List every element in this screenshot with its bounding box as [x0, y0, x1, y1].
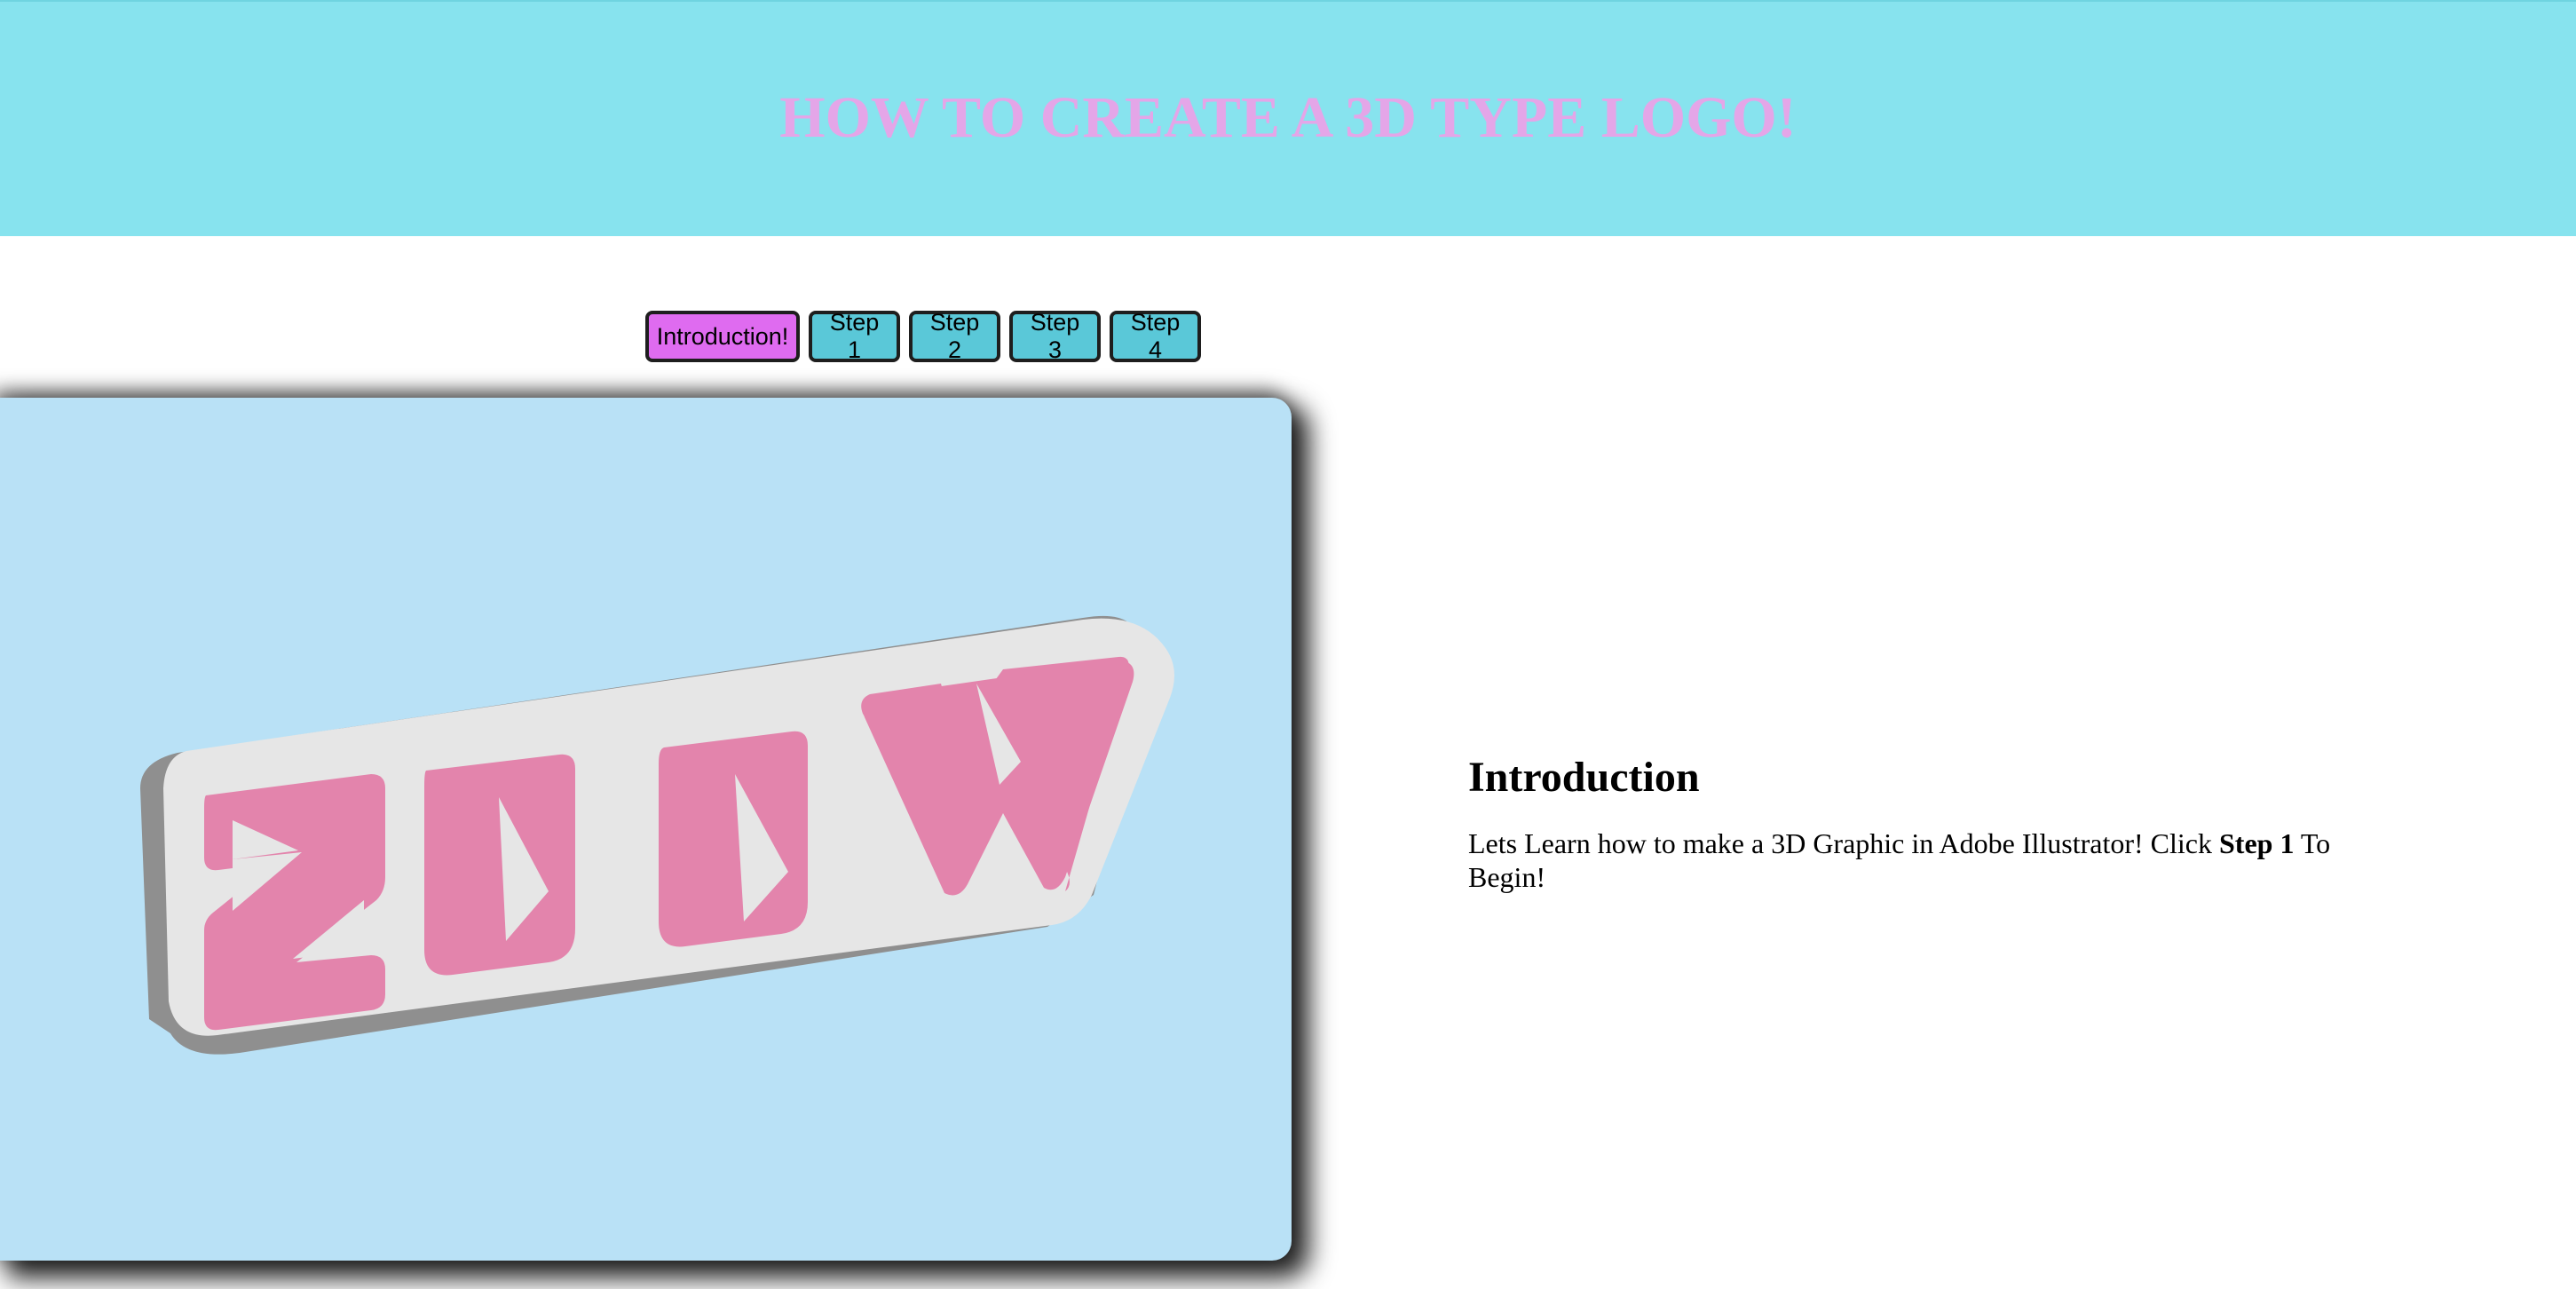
- page-title: HOW TO CREATE A 3D TYPE LOGO!: [779, 85, 1797, 150]
- tab-introduction[interactable]: Introduction!: [645, 311, 800, 362]
- tab-step-3[interactable]: Step 3: [1009, 309, 1101, 363]
- tab-step-4[interactable]: Step 4: [1110, 309, 1201, 363]
- logo-letter-2: [424, 754, 575, 976]
- section-heading: Introduction: [1468, 754, 1700, 801]
- tab-step-1[interactable]: Step 1: [809, 309, 900, 363]
- logo-preview-image: [0, 398, 1292, 1261]
- page-header: HOW TO CREATE A 3D TYPE LOGO!: [0, 0, 2576, 236]
- step-1-emphasis: Step 1: [2218, 827, 2295, 859]
- 3d-logo-illustration: [140, 615, 1174, 1055]
- logo-letter-3: [659, 731, 808, 947]
- intro-text-prefix: Lets Learn how to make a 3D Graphic in A…: [1468, 827, 2219, 859]
- logo-letter-1: [204, 774, 385, 1031]
- intro-content: Introduction Lets Learn how to make a 3D…: [1468, 753, 2356, 894]
- step-tabs: Introduction! Step 1 Step 2 Step 3 Step …: [645, 309, 1201, 363]
- tab-step-2[interactable]: Step 2: [909, 309, 1000, 363]
- intro-paragraph: Lets Learn how to make a 3D Graphic in A…: [1468, 826, 2356, 894]
